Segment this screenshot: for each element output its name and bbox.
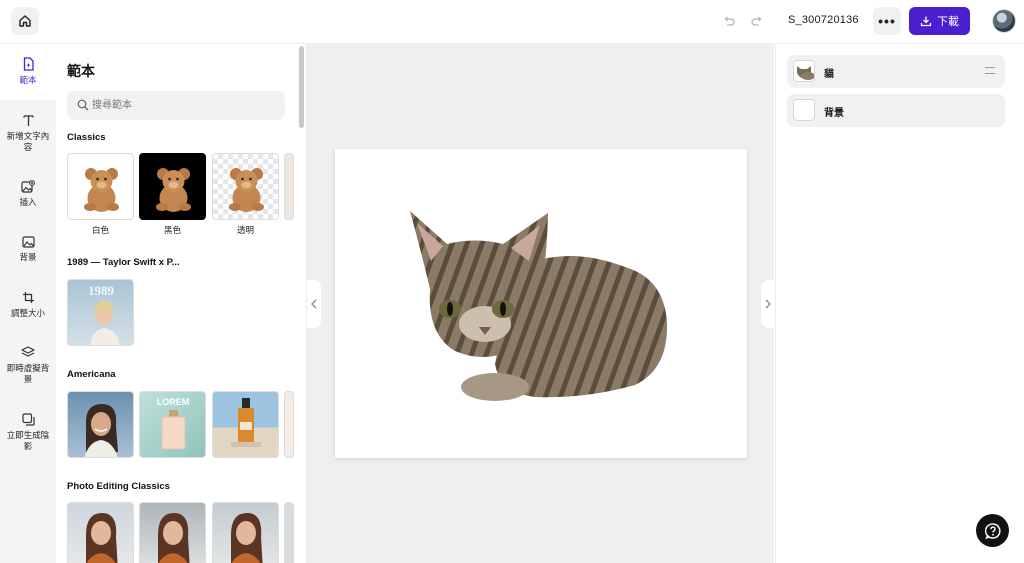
template-thumb-transparent[interactable]	[212, 153, 279, 220]
template-thumb-black[interactable]	[139, 153, 206, 220]
text-icon	[22, 115, 34, 126]
layers-icon	[21, 346, 35, 357]
rail-label: 背景	[19, 252, 37, 262]
teddy-bear-image	[156, 168, 191, 212]
redo-icon	[751, 16, 762, 26]
section-title-photo-editing: Photo Editing Classics	[67, 481, 170, 492]
template-caption: 透明	[236, 225, 254, 235]
help-icon	[984, 522, 1001, 539]
chevron-right-icon	[765, 299, 771, 309]
template-search[interactable]	[67, 91, 285, 120]
undo-button[interactable]	[719, 12, 739, 32]
perfume-image	[231, 398, 261, 447]
redo-button[interactable]	[747, 12, 767, 32]
rail-item-resize[interactable]: 調整大小	[0, 291, 56, 319]
download-icon	[920, 16, 932, 27]
template-caption: 白色	[91, 225, 109, 235]
chevron-left-icon	[311, 299, 317, 309]
rail-item-background[interactable]: 背景	[0, 236, 56, 263]
download-label: 下載	[937, 16, 959, 28]
cat-thumbnail-image	[797, 66, 814, 80]
rail-item-insert[interactable]: 插入	[0, 180, 56, 208]
template-thumb-americana-2[interactable]: LOREM	[139, 391, 206, 458]
project-name[interactable]: S_300720136	[788, 14, 859, 26]
template-thumb-partial[interactable]	[284, 391, 294, 458]
drag-handle-icon[interactable]	[985, 67, 995, 74]
user-avatar[interactable]	[992, 9, 1016, 33]
panel-title: 範本	[67, 63, 95, 79]
cat-image[interactable]	[335, 149, 747, 458]
perfume-image: LOREM	[157, 397, 190, 450]
section-title-americana: Americana	[67, 369, 116, 380]
rail-item-templates[interactable]: 範本	[0, 44, 56, 100]
portrait-image	[231, 513, 263, 563]
template-caption: 黑色	[163, 225, 181, 235]
portrait-image: 1989	[88, 283, 120, 345]
template-thumb-photo-3[interactable]	[212, 502, 279, 563]
layer-thumbnail	[793, 99, 815, 121]
section-title-classics: Classics	[67, 132, 106, 143]
section-title-1989: 1989 — Taylor Swift x P...	[67, 257, 180, 268]
insert-image-icon	[21, 180, 35, 193]
help-button[interactable]	[976, 514, 1009, 547]
collapse-left-panel-button[interactable]	[307, 280, 321, 328]
crop-icon	[22, 292, 34, 303]
layer-row-cat[interactable]: 貓	[787, 55, 1005, 88]
layer-name: 背景	[824, 108, 844, 119]
tool-rail: 範本 新增文字內容 插入 背景 調整大小 即時虛擬背景 立即生成陰影	[0, 44, 56, 563]
home-button[interactable]	[11, 7, 39, 35]
rail-label: 新增文字內容	[6, 131, 50, 152]
shadow-icon	[21, 413, 35, 426]
layers-panel: 貓 背景	[775, 44, 1024, 563]
layer-thumbnail	[793, 60, 815, 82]
top-bar: S_300720136 ••• 下載	[0, 0, 1024, 44]
search-input[interactable]	[92, 91, 277, 120]
templates-panel: 範本 Classics 白色 黑色	[56, 44, 306, 563]
rail-label: 範本	[19, 75, 37, 85]
svg-text:LOREM: LOREM	[157, 397, 190, 407]
template-thumb-photo-2[interactable]	[139, 502, 206, 563]
portrait-image	[86, 513, 118, 563]
undo-icon	[724, 16, 735, 26]
template-thumb-partial[interactable]	[284, 502, 294, 563]
download-button[interactable]: 下載	[909, 7, 970, 35]
home-icon	[19, 15, 31, 27]
search-icon	[77, 99, 89, 111]
panel-scrollbar[interactable]	[299, 46, 304, 128]
rail-item-add-text[interactable]: 新增文字內容	[0, 114, 56, 153]
collapse-right-panel-button[interactable]	[761, 280, 775, 328]
rail-label: 調整大小	[10, 308, 45, 318]
more-options-button[interactable]: •••	[873, 7, 901, 35]
artboard[interactable]	[335, 149, 747, 458]
teddy-bear-image	[229, 168, 264, 212]
rail-label: 即時虛擬背景	[6, 363, 50, 384]
template-thumb-white[interactable]	[67, 153, 134, 220]
template-thumb-1989[interactable]: 1989	[67, 279, 134, 346]
rail-item-virtual-background[interactable]: 即時虛擬背景	[0, 346, 56, 385]
layer-row-background[interactable]: 背景	[787, 94, 1005, 127]
teddy-bear-image	[84, 168, 119, 212]
rail-label: 立即生成陰影	[6, 430, 50, 451]
template-icon	[23, 57, 34, 71]
background-icon	[21, 236, 35, 248]
template-thumb-partial[interactable]	[284, 153, 294, 220]
template-thumb-photo-1[interactable]	[67, 502, 134, 563]
rail-label: 插入	[19, 197, 37, 207]
album-text: 1989	[88, 283, 115, 298]
template-thumb-americana-1[interactable]	[67, 391, 134, 458]
portrait-image	[158, 513, 190, 563]
template-thumb-americana-3[interactable]	[212, 391, 279, 458]
layer-name: 貓	[824, 69, 834, 80]
rail-item-shadow[interactable]: 立即生成陰影	[0, 413, 56, 452]
portrait-image	[84, 404, 118, 457]
